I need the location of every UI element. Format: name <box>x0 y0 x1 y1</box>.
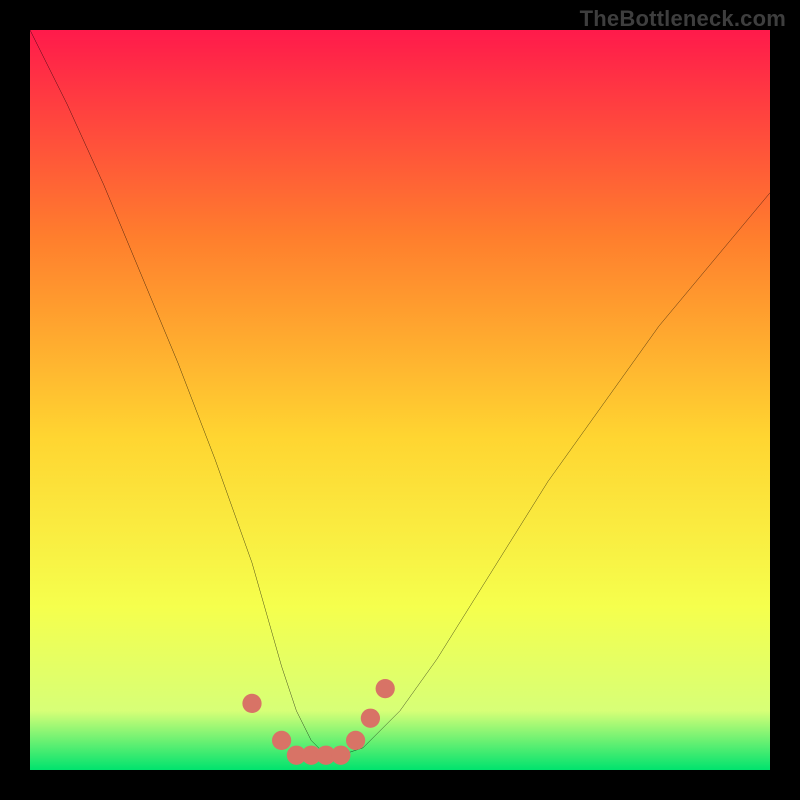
gradient-background <box>30 30 770 770</box>
highlight-dot <box>361 709 380 728</box>
highlight-dot <box>376 679 395 698</box>
highlight-dot <box>272 731 291 750</box>
highlight-dot <box>242 694 261 713</box>
watermark-text: TheBottleneck.com <box>580 6 786 32</box>
chart-plot <box>30 30 770 770</box>
highlight-dot <box>331 746 350 765</box>
chart-frame: TheBottleneck.com <box>0 0 800 800</box>
highlight-dot <box>346 731 365 750</box>
